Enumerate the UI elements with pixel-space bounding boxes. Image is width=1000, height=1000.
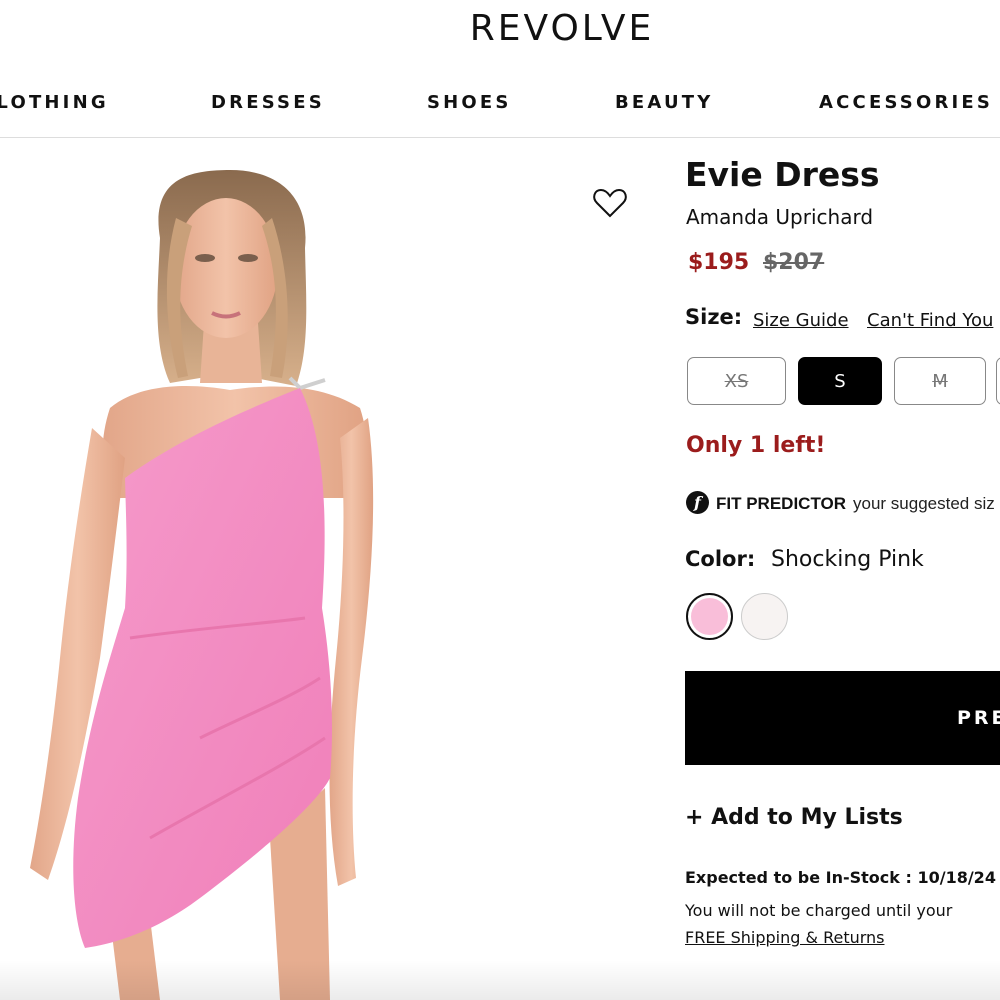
color-label: Color: (685, 547, 756, 571)
model-in-pink-dress-illustration (30, 170, 374, 1000)
size-guide-link[interactable]: Size Guide (753, 310, 849, 331)
free-shipping-link[interactable]: FREE Shipping & Returns (685, 928, 885, 947)
size-option-m[interactable]: M (894, 357, 986, 405)
nav-item-clothing[interactable]: CLOTHING (0, 92, 109, 113)
original-price: $207 (763, 250, 825, 275)
heart-icon (593, 188, 627, 218)
revolve-logo[interactable]: REVOLVE (0, 8, 1000, 49)
nav-item-accessories[interactable]: ACCESSORIES (819, 92, 993, 113)
size-label: Size: (685, 305, 743, 329)
product-title: Evie Dress (685, 155, 880, 194)
preorder-button[interactable]: PRE (685, 671, 1000, 765)
size-option-label: XS (724, 370, 749, 392)
size-option-label: S (834, 370, 846, 392)
preorder-button-label: PRE (957, 707, 1000, 729)
expected-instock-note: Expected to be In-Stock : 10/18/24 (685, 868, 996, 887)
color-value: Shocking Pink (771, 547, 924, 572)
swatch-fill (691, 598, 728, 635)
fit-predictor-text: your suggested siz (853, 494, 995, 513)
main-navigation: CLOTHING DRESSES SHOES BEAUTY ACCESSORIE… (0, 92, 1000, 116)
nav-item-dresses[interactable]: DRESSES (211, 92, 325, 113)
size-option-label: M (932, 370, 948, 392)
product-image[interactable] (0, 138, 660, 1000)
nav-item-shoes[interactable]: SHOES (427, 92, 512, 113)
bottom-shadow (0, 960, 1000, 1000)
cant-find-size-link[interactable]: Can't Find You (867, 310, 993, 331)
sale-price: $195 (688, 250, 750, 275)
add-to-lists-button[interactable]: + Add to My Lists (685, 805, 903, 830)
fit-predictor-title[interactable]: FIT PREDICTOR (716, 494, 846, 514)
stock-note: Only 1 left! (686, 433, 826, 458)
charge-note: You will not be charged until your (685, 901, 953, 920)
size-option-next[interactable] (996, 357, 1000, 405)
nav-item-beauty[interactable]: BEAUTY (615, 92, 714, 113)
product-brand-link[interactable]: Amanda Uprichard (686, 205, 873, 229)
color-swatch-white[interactable] (741, 593, 788, 640)
size-option-xs[interactable]: XS (687, 357, 786, 405)
size-option-s[interactable]: S (798, 357, 882, 405)
wishlist-heart-icon[interactable] (592, 186, 628, 220)
fit-predictor-icon: f (686, 491, 709, 514)
color-swatch-shocking-pink[interactable] (686, 593, 733, 640)
